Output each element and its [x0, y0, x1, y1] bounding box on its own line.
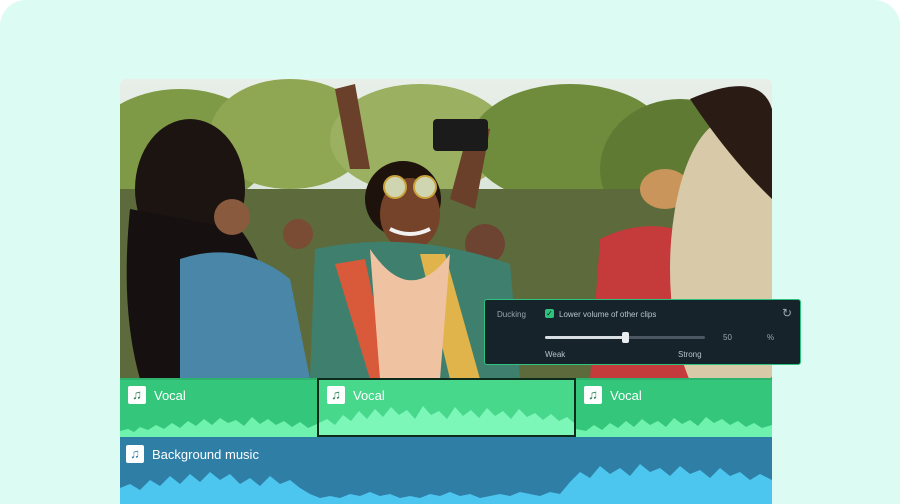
- slider-unit: %: [767, 333, 775, 342]
- vocal-clip[interactable]: ♫ Vocal: [576, 378, 772, 437]
- video-preview: ♫ Vocal ♫ Vocal ♫ Vocal ♫ Background mus…: [120, 79, 772, 504]
- slider-min-label: Weak: [545, 350, 566, 359]
- clip-label: Vocal: [154, 387, 186, 403]
- vocal-clip-selected[interactable]: ♫ Vocal: [317, 378, 576, 437]
- ducking-label: Ducking: [497, 310, 526, 319]
- vocal-clip[interactable]: ♫ Vocal: [120, 378, 317, 437]
- music-note-icon: ♫: [128, 386, 146, 404]
- reset-icon[interactable]: ↻: [782, 306, 792, 320]
- clip-label: Vocal: [610, 387, 642, 403]
- slider-max-label: Strong: [678, 350, 702, 359]
- lower-volume-checkbox[interactable]: ✓: [545, 309, 554, 318]
- music-note-icon: ♫: [584, 386, 602, 404]
- waveform: [120, 417, 317, 437]
- background-music-track[interactable]: ♫ Background music: [120, 437, 772, 504]
- slider-fill: [545, 336, 625, 339]
- slider-value[interactable]: 50: [723, 333, 732, 342]
- lower-volume-label[interactable]: Lower volume of other clips: [559, 310, 656, 319]
- ducking-panel: Ducking ✓ Lower volume of other clips ↻ …: [484, 299, 801, 365]
- waveform: [120, 464, 772, 504]
- ducking-slider[interactable]: [545, 332, 705, 343]
- slider-thumb[interactable]: [622, 332, 629, 343]
- waveform: [319, 406, 574, 435]
- waveform: [576, 417, 772, 437]
